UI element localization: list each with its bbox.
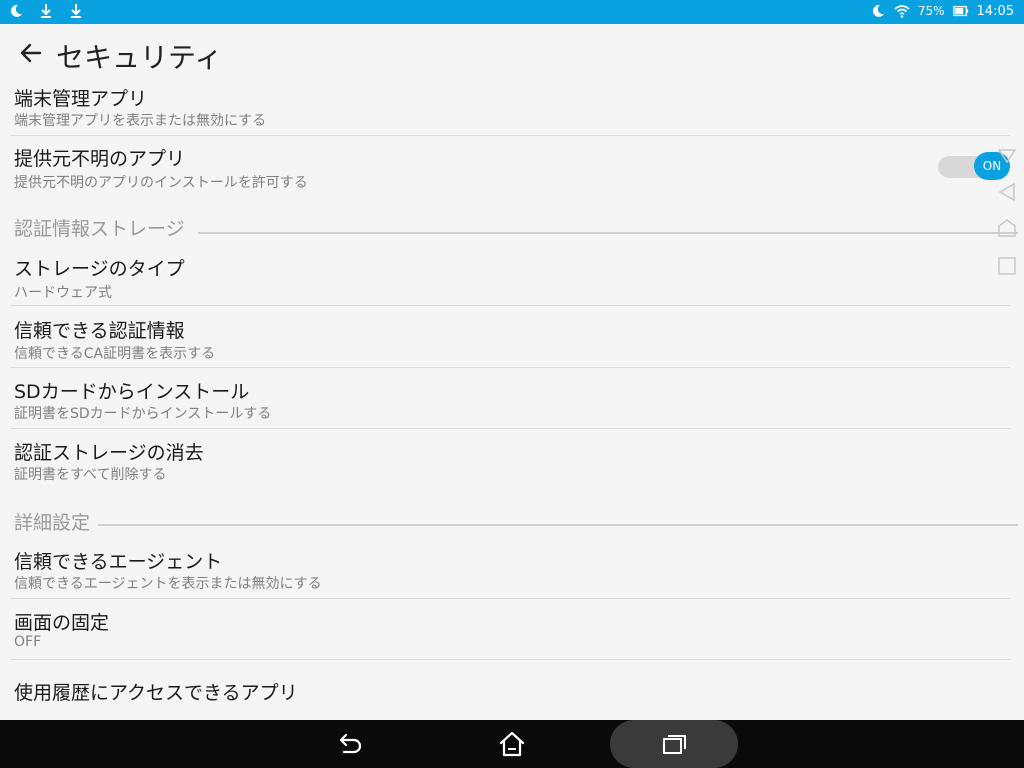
trusted-credentials-item[interactable]: 信頼できる認証情報 信頼できるCA証明書を表示する [0,314,1010,368]
moon-icon [10,4,22,17]
clock: 14:05 [976,3,1014,19]
page-title: セキュリティ [56,41,223,74]
divider [10,367,1010,368]
item-title: 信頼できる認証情報 [14,320,185,342]
device-admin-item[interactable]: 端末管理アプリ 端末管理アプリを表示または無効にする [0,82,1010,136]
status-right-icons: 75% 14:05 [870,3,1014,19]
navigation-bar [0,720,1024,768]
item-subtitle: 証明書をすべて削除する [14,467,167,483]
section-title: 認証情報ストレージ [14,218,185,240]
section-title: 詳細設定 [14,512,91,534]
trust-agents-item[interactable]: 信頼できるエージェント 信頼できるエージェントを表示または無効にする [0,545,1010,599]
divider [10,428,1010,429]
wifi-icon [894,5,910,18]
screen-pinning-item[interactable]: 画面の固定 OFF [0,606,1010,660]
overlay-back-icon [998,182,1015,202]
overlay-down-icon [997,149,1017,164]
clear-credentials-item[interactable]: 認証ストレージの消去 証明書をすべて削除する [0,436,1010,490]
overlay-home-icon [998,219,1016,237]
item-subtitle: 信頼できるエージェントを表示または無効にする [14,576,322,592]
item-subtitle: 証明書をSDカードからインストールする [14,406,272,422]
download-icon [71,4,81,18]
status-bar: 75% 14:05 [0,0,1024,24]
section-divider [198,232,1018,234]
item-subtitle: ハードウェア式 [14,285,112,301]
divider [10,659,1010,660]
divider [10,598,1010,599]
item-title: 画面の固定 [14,612,110,634]
item-title: 端末管理アプリ [14,88,148,110]
storage-type-item: ストレージのタイプ ハードウェア式 [0,252,1010,306]
overlay-recents-icon [998,257,1016,275]
item-title: 提供元不明のアプリ [14,148,186,170]
item-subtitle: 提供元不明のアプリのインストールを許可する [14,175,308,191]
status-left-icons [8,3,84,19]
section-advanced: 詳細設定 [0,506,1024,536]
divider [10,135,1010,136]
divider [10,305,1010,306]
moon-icon [872,4,884,17]
section-credential-storage: 認証情報ストレージ [0,212,1024,242]
item-subtitle: 端末管理アプリを表示または無効にする [14,113,267,129]
item-title: SDカードからインストール [14,381,250,403]
download-icon [41,4,51,18]
item-title: 信頼できるエージェント [14,551,223,573]
back-arrow-icon[interactable] [18,40,44,66]
unknown-sources-item[interactable]: 提供元不明のアプリ 提供元不明のアプリのインストールを許可する [0,142,1010,198]
usage-access-item[interactable]: 使用履歴にアクセスできるアプリ [0,676,1010,716]
battery-percentage: 75% [917,4,945,18]
item-title: 認証ストレージの消去 [14,442,204,464]
install-from-sd-item[interactable]: SDカードからインストール 証明書をSDカードからインストールする [0,375,1010,429]
back-icon[interactable] [334,728,366,760]
recents-icon[interactable] [658,728,690,760]
floating-nav-overlay [997,149,1017,275]
home-icon[interactable] [496,728,528,760]
item-subtitle: OFF [14,634,42,650]
item-subtitle: 信頼できるCA証明書を表示する [14,346,216,362]
battery-icon [952,5,968,17]
header: セキュリティ [0,24,1024,82]
section-divider [98,524,1018,526]
item-title: ストレージのタイプ [14,258,185,280]
item-title: 使用履歴にアクセスできるアプリ [14,682,298,704]
